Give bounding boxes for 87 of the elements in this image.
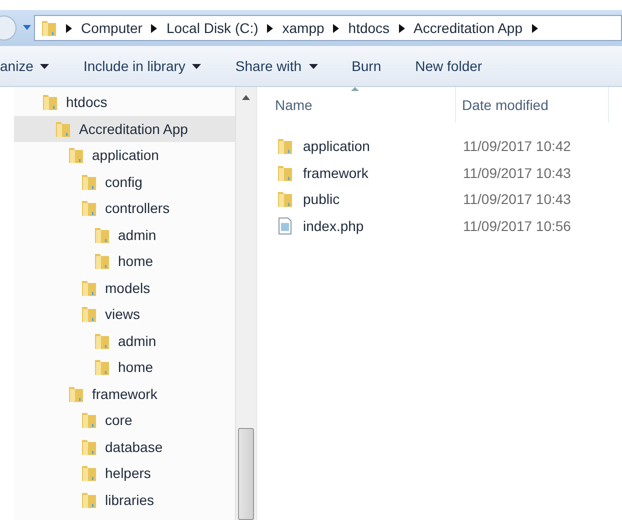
tree-item[interactable]: views [14,301,235,328]
tree-item[interactable]: libraries [14,486,235,513]
caret-icon [40,64,50,68]
folder-name: views [105,306,140,322]
tree-item[interactable]: admin [14,222,235,248]
file-name[interactable]: framework [303,164,368,181]
scrollbar[interactable] [235,87,256,520]
folder-name: libraries [105,492,154,508]
caret-icon [308,64,318,68]
folder-icon [81,464,97,482]
toolbar-button[interactable]: Burn [342,54,392,78]
tree-item[interactable]: models [14,274,235,301]
breadcrumb-item[interactable]: xampp [282,20,324,36]
folder-name: application [92,147,159,164]
folder-icon [94,332,110,350]
folder-icon [94,226,110,244]
file-name[interactable]: index.php [303,218,364,234]
breadcrumb-item[interactable]: htdocs [348,20,390,36]
folder-icon [68,384,84,403]
caret-icon [192,64,202,68]
toolbar-button[interactable]: Include in library [73,54,212,78]
folder-icon [81,278,97,297]
folder-icon [81,172,97,191]
tree-item[interactable]: helpers [14,460,235,486]
tree-item[interactable]: core [14,407,235,434]
folder-icon [81,411,97,430]
tree-item[interactable]: framework [14,380,235,407]
folder-name: database [105,438,163,455]
chevron-right-icon[interactable] [267,24,274,32]
chevron-right-icon[interactable] [66,24,72,32]
folder-icon [277,137,293,156]
date-modified: 11/09/2017 10:43 [462,191,572,208]
tree-item[interactable]: controllers [14,195,235,222]
folder-name: framework [92,386,158,402]
folder-icon [94,252,110,270]
file-name[interactable]: application [303,138,370,154]
date-modified: 11/09/2017 10:56 [462,218,572,234]
tree-item[interactable]: home [14,248,235,274]
scrollbar-thumb[interactable] [238,428,254,520]
chevron-right-icon[interactable] [398,24,405,32]
folder-icon [41,19,57,37]
folder-icon [94,358,110,376]
folder-name: config [105,174,142,190]
tree-item[interactable]: application [14,142,235,168]
folder-icon [68,146,84,164]
column-header[interactable]: Date modified [456,87,609,123]
toolbar-button[interactable]: anize [0,54,60,78]
chevron-right-icon[interactable] [333,24,340,32]
tree-item[interactable]: database [14,434,235,460]
folder-name: models [105,280,150,296]
folder-name: helpers [105,465,151,482]
tree-item[interactable]: htdocs [14,89,235,116]
tree-item[interactable]: config [14,168,235,195]
document-icon [277,216,293,235]
folder-name: home [118,359,154,376]
folder-name: Accreditation App [79,120,188,137]
folder-icon [277,190,293,208]
folder-name: admin [118,226,156,243]
folder-icon [42,93,58,112]
date-modified: 11/09/2017 10:43 [462,164,572,181]
folder-name: htdocs [66,94,108,110]
folder-icon [81,438,97,456]
folder-name: admin [118,332,156,349]
toolbar-button[interactable]: Share with [225,54,328,78]
folder-icon [55,120,71,138]
column-header[interactable]: Name [275,87,456,123]
folder-name: home [118,253,154,270]
history-dropdown-icon[interactable] [22,24,32,32]
folder-icon [81,199,97,218]
chevron-right-icon[interactable] [532,24,538,32]
breadcrumb-item[interactable]: Local Disk (C:) [166,20,258,36]
folder-icon [81,305,97,324]
address-bar[interactable]: Computer Local Disk (C:) xampp htdocs Accreditation App [34,15,622,41]
folder-icon [81,490,97,509]
tree-item[interactable]: Accreditation App [14,116,235,142]
folder-name: core [105,412,132,428]
date-modified: 11/09/2017 10:42 [462,138,572,154]
scroll-up-icon[interactable] [242,95,250,100]
tree-item[interactable]: admin [14,328,235,354]
tree-item[interactable]: home [14,354,235,380]
folder-icon [277,164,293,182]
breadcrumb-item[interactable]: Accreditation App [414,20,523,36]
file-name[interactable]: public [303,191,340,208]
toolbar-button[interactable]: New folder [405,54,492,78]
breadcrumb-item[interactable]: Computer [81,20,142,36]
folder-name: controllers [105,200,170,216]
chevron-right-icon[interactable] [151,24,158,32]
